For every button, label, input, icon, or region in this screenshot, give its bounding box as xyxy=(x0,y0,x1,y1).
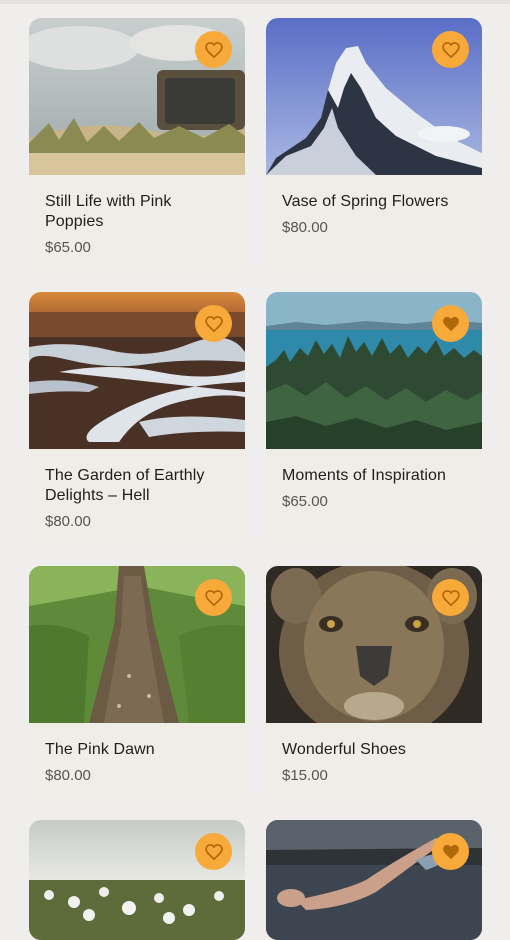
heart-outline-icon xyxy=(204,41,223,58)
product-card[interactable]: The Garden of Earthly Delights – Hell $8… xyxy=(29,292,245,545)
product-image xyxy=(29,566,245,723)
favorite-button[interactable] xyxy=(432,579,469,616)
product-price: $80.00 xyxy=(282,219,328,236)
product-card[interactable]: Vase of Spring Flowers $80.00 xyxy=(266,18,482,271)
heart-outline-icon xyxy=(204,843,223,860)
heart-outline-icon xyxy=(441,589,460,606)
product-grid: Still Life with Pink Poppies $65.00 Vase… xyxy=(29,18,482,940)
product-price: $80.00 xyxy=(45,513,91,530)
product-image xyxy=(266,292,482,449)
product-image xyxy=(29,292,245,449)
heart-outline-icon xyxy=(204,315,223,332)
status-bar-strip xyxy=(0,0,510,4)
heart-filled-icon xyxy=(442,844,459,859)
product-title: Moments of Inspiration xyxy=(282,467,447,484)
product-image xyxy=(29,18,245,175)
product-price: $65.00 xyxy=(45,239,91,256)
product-price: $80.00 xyxy=(45,767,91,784)
product-card[interactable]: Still Life with Pink Poppies $65.00 xyxy=(29,18,245,271)
favorite-button[interactable] xyxy=(432,305,469,342)
favorite-button[interactable] xyxy=(195,31,232,68)
heart-outline-icon xyxy=(204,589,223,606)
product-image xyxy=(266,566,482,723)
product-title: The Garden of Earthly Delights – Hell xyxy=(45,467,205,504)
heart-outline-icon xyxy=(441,41,460,58)
product-title: Still Life with Pink Poppies xyxy=(45,193,172,230)
product-image xyxy=(266,820,482,940)
product-image xyxy=(266,18,482,175)
favorite-button[interactable] xyxy=(195,305,232,342)
product-card[interactable]: The Pink Dawn $80.00 xyxy=(29,566,245,799)
favorite-button[interactable] xyxy=(195,579,232,616)
favorite-button[interactable] xyxy=(432,833,469,870)
product-card[interactable] xyxy=(266,820,482,940)
product-title: Vase of Spring Flowers xyxy=(282,193,449,210)
favorite-button[interactable] xyxy=(195,833,232,870)
product-title: The Pink Dawn xyxy=(45,741,155,758)
product-card[interactable]: Moments of Inspiration $65.00 xyxy=(266,292,482,545)
product-price: $65.00 xyxy=(282,493,328,510)
heart-filled-icon xyxy=(442,316,459,331)
product-card[interactable]: Wonderful Shoes $15.00 xyxy=(266,566,482,799)
product-title: Wonderful Shoes xyxy=(282,741,406,758)
product-image xyxy=(29,820,245,940)
favorite-button[interactable] xyxy=(432,31,469,68)
product-card[interactable] xyxy=(29,820,245,940)
product-price: $15.00 xyxy=(282,767,328,784)
